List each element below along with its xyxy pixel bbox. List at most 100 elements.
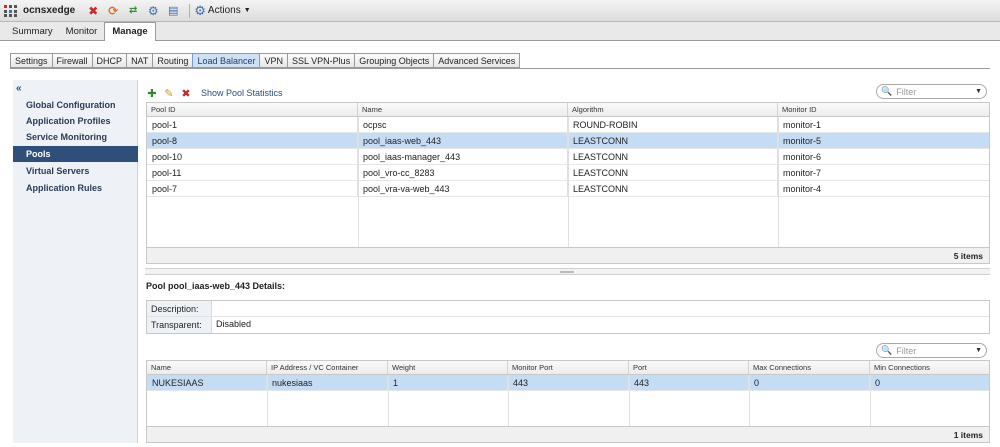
filter-placeholder: Filter	[896, 345, 917, 356]
title-bar: ocnsxedge ✖ ⟳ ⇄ ⚙ ▤ ⚙ Actions ▼	[0, 0, 1000, 22]
subtab-dhcp[interactable]: DHCP	[91, 53, 128, 68]
cell-name: pool_vra-va-web_443	[358, 181, 568, 196]
column-divider	[508, 375, 509, 426]
col-algorithm[interactable]: Algorithm	[568, 103, 778, 116]
col-min-connections[interactable]: Min Connections	[870, 361, 989, 374]
subtab-routing[interactable]: Routing	[152, 53, 194, 68]
subtab-nat[interactable]: NAT	[126, 53, 154, 68]
col-pool-id[interactable]: Pool ID	[147, 103, 358, 116]
members-table-header: Name IP Address / VC Container Weight Mo…	[147, 361, 989, 375]
cell-algorithm: ROUND-ROBIN	[568, 117, 778, 132]
subtab-grouping-objects[interactable]: Grouping Objects	[354, 53, 435, 68]
delete-icon[interactable]: ✖	[85, 3, 101, 19]
description-label: Description:	[147, 301, 212, 316]
pool-details-title: Pool pool_iaas-web_443 Details:	[146, 281, 286, 291]
table-row-selected[interactable]: NUKESIAAS nukesiaas 1 443 443 0 0	[147, 375, 989, 391]
pool-details-panel: Description: Transparent: Disabled	[146, 300, 990, 334]
chevron-down-icon[interactable]: ▼	[975, 347, 982, 354]
add-icon[interactable]: ✚	[145, 87, 159, 100]
subtabs-divider	[10, 68, 990, 69]
sub-tabs: Settings Firewall DHCP NAT Routing Load …	[10, 53, 521, 68]
subtab-settings[interactable]: Settings	[10, 53, 53, 68]
details-row-transparent: Transparent: Disabled	[147, 317, 989, 333]
column-divider	[778, 117, 779, 247]
col-weight[interactable]: Weight	[388, 361, 508, 374]
cell-pool-id: pool-1	[147, 117, 358, 132]
cell-name: pool_iaas-web_443	[358, 133, 568, 148]
cell-name: pool_iaas-manager_443	[358, 149, 568, 164]
col-port[interactable]: Port	[629, 361, 749, 374]
edit-icon[interactable]: ✎	[162, 87, 176, 100]
details-row-description: Description:	[147, 301, 989, 317]
pools-filter[interactable]: 🔍 Filter ▼	[876, 84, 987, 99]
splitter-handle-icon[interactable]	[560, 271, 574, 273]
cell-ip-address: nukesiaas	[267, 375, 388, 390]
cell-name: pool_vro-cc_8283	[358, 165, 568, 180]
column-divider	[358, 117, 359, 247]
cell-member-name: NUKESIAAS	[147, 375, 267, 390]
cell-algorithm: LEASTCONN	[568, 149, 778, 164]
members-item-count: 1 items	[147, 426, 989, 442]
col-ip-address[interactable]: IP Address / VC Container	[267, 361, 388, 374]
column-divider	[267, 375, 268, 426]
cell-monitor-id: monitor-1	[783, 120, 822, 130]
pools-table-header: Pool ID Name Algorithm Monitor ID	[147, 103, 989, 117]
subtab-load-balancer[interactable]: Load Balancer	[192, 53, 261, 68]
delete-pool-icon[interactable]: ✖	[179, 87, 193, 100]
pools-item-count: 5 items	[147, 247, 989, 263]
cell-monitor-id: monitor-6	[783, 152, 822, 162]
pools-toolbar: ✚ ✎ ✖ Show Pool Statistics	[145, 86, 283, 100]
sidebar-item-service-monitoring[interactable]: Service Monitoring	[13, 129, 138, 145]
col-max-connections[interactable]: Max Connections	[749, 361, 870, 374]
sidebar-item-pools[interactable]: Pools	[13, 146, 138, 162]
pane-splitter[interactable]	[145, 268, 990, 275]
sidebar-item-application-rules[interactable]: Application Rules	[13, 180, 138, 196]
column-divider	[629, 375, 630, 426]
cell-algorithm: LEASTCONN	[568, 133, 778, 148]
cell-weight: 1	[388, 375, 508, 390]
col-member-name[interactable]: Name	[147, 361, 267, 374]
sidebar-item-virtual-servers[interactable]: Virtual Servers	[13, 163, 138, 179]
cell-pool-id: pool-7	[147, 181, 358, 196]
tab-monitor[interactable]: Monitor	[60, 23, 104, 40]
move-icon[interactable]: ⇄	[125, 3, 141, 19]
refresh-icon[interactable]: ⟳	[105, 3, 121, 19]
cell-monitor-id: monitor-5	[783, 136, 822, 146]
sidebar-item-global-configuration[interactable]: Global Configuration	[13, 97, 138, 113]
show-pool-statistics-link[interactable]: Show Pool Statistics	[201, 88, 283, 98]
cell-name: ocpsc	[358, 117, 568, 132]
column-divider	[870, 375, 871, 426]
col-monitor-port[interactable]: Monitor Port	[508, 361, 629, 374]
document-icon[interactable]: ▤	[165, 3, 181, 19]
edge-icon	[4, 4, 18, 17]
column-divider	[568, 117, 569, 247]
actions-gear-icon: ⚙	[194, 2, 206, 18]
col-name[interactable]: Name	[358, 103, 568, 116]
column-divider	[388, 375, 389, 426]
pools-table: Pool ID Name Algorithm Monitor ID pool-1…	[146, 102, 990, 264]
cell-algorithm: LEASTCONN	[568, 181, 778, 196]
members-filter[interactable]: 🔍 Filter ▼	[876, 343, 987, 358]
col-monitor-id[interactable]: Monitor ID	[778, 103, 989, 116]
cell-port: 443	[629, 375, 749, 390]
main-tabs: Summary Monitor Manage	[0, 22, 1000, 41]
cell-min-connections: 0	[875, 378, 881, 388]
settings-icon[interactable]: ⚙	[145, 3, 161, 19]
description-value	[212, 301, 216, 316]
cell-monitor-id: monitor-4	[783, 184, 822, 194]
actions-menu[interactable]: ⚙ Actions ▼	[194, 3, 250, 19]
subtab-advanced-services[interactable]: Advanced Services	[433, 53, 521, 68]
actions-label: Actions	[207, 5, 241, 16]
subtab-firewall[interactable]: Firewall	[51, 53, 93, 68]
subtab-vpn[interactable]: VPN	[259, 53, 288, 68]
subtab-ssl-vpn-plus[interactable]: SSL VPN-Plus	[287, 53, 356, 68]
collapse-sidebar-icon[interactable]: «	[16, 83, 22, 94]
cell-pool-id: pool-10	[147, 149, 358, 164]
tab-summary[interactable]: Summary	[6, 23, 59, 40]
cell-monitor-id: monitor-7	[783, 168, 822, 178]
chevron-down-icon[interactable]: ▼	[975, 88, 982, 95]
tab-manage[interactable]: Manage	[104, 22, 156, 41]
cell-max-connections: 0	[749, 375, 870, 390]
cell-pool-id: pool-11	[147, 165, 358, 180]
sidebar-item-application-profiles[interactable]: Application Profiles	[13, 113, 138, 129]
